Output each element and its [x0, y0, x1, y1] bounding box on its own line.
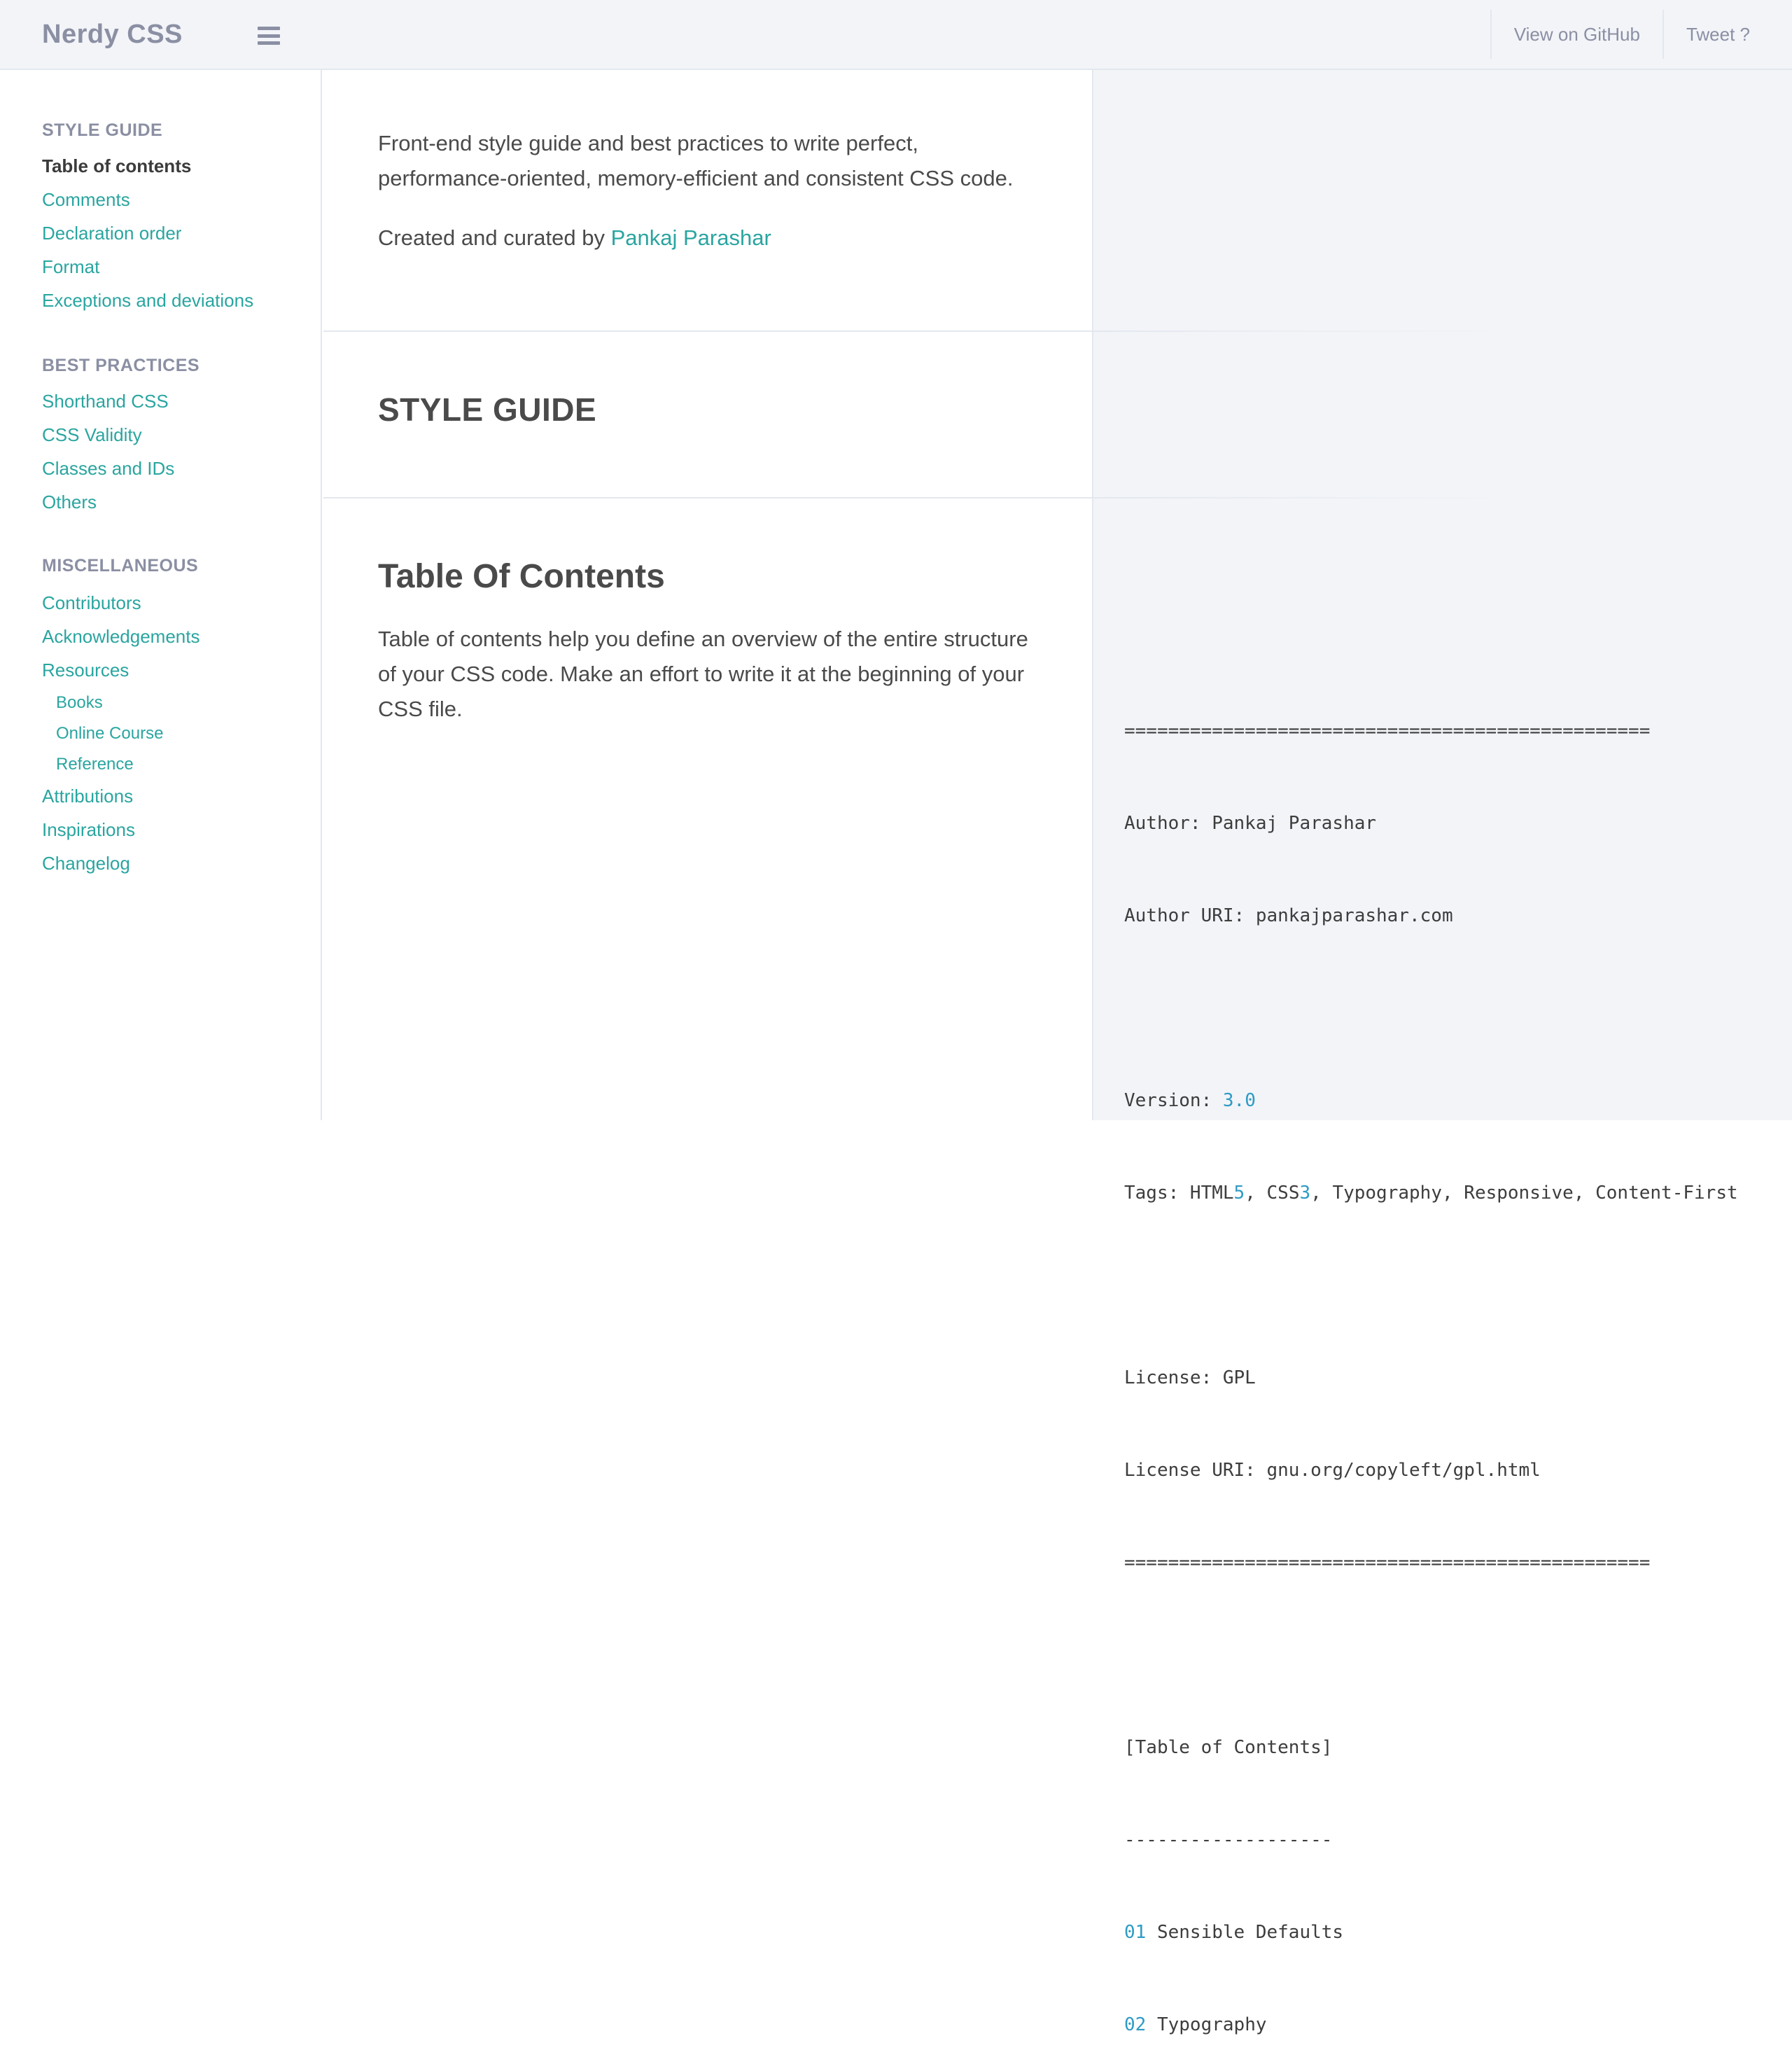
- section-heading-style-guide: STYLE GUIDE: [378, 391, 597, 428]
- nav-item-attributions[interactable]: Attributions: [42, 786, 133, 807]
- nav-item-classes-and-ids[interactable]: Classes and IDs: [42, 458, 174, 480]
- nav-item-format[interactable]: Format: [42, 256, 99, 278]
- code-tags-html5: 5: [1233, 1183, 1245, 1204]
- code-tags-rest: , Typography, Responsive, Content-First: [1310, 1183, 1738, 1204]
- code-toc-num: 01: [1124, 1922, 1147, 1943]
- code-block: ========================================…: [1124, 654, 1738, 2071]
- credit-prefix: Created and curated by: [378, 225, 611, 250]
- nav-item-css-validity[interactable]: CSS Validity: [42, 424, 142, 446]
- code-tags-css3: 3: [1299, 1183, 1311, 1204]
- nav-section-style-guide: STYLE GUIDE: [42, 120, 163, 140]
- toc-description: Table of contents help you define an ove…: [378, 627, 1028, 721]
- code-tags-html: Tags: HTML: [1124, 1183, 1234, 1204]
- toc-title: Table Of Contents: [378, 558, 665, 595]
- nav-item-inspirations[interactable]: Inspirations: [42, 819, 135, 841]
- brand-logo[interactable]: Nerdy CSS: [42, 20, 183, 50]
- code-blank: [1124, 993, 1738, 1024]
- code-tags: Tags: HTML5, CSS3, Typography, Responsiv…: [1124, 1178, 1738, 1208]
- code-version-value: 3.0: [1222, 1090, 1256, 1111]
- nav-item-comments[interactable]: Comments: [42, 189, 130, 211]
- nav-item-acknowledgements[interactable]: Acknowledgements: [42, 626, 200, 648]
- nav-item-books[interactable]: Books: [56, 693, 103, 713]
- code-version: Version: 3.0: [1124, 1085, 1738, 1116]
- tweet-link[interactable]: Tweet ?: [1662, 10, 1792, 59]
- code-blank: [1124, 1270, 1738, 1301]
- nav-item-reference[interactable]: Reference: [56, 755, 134, 774]
- intro-text: Front-end style guide and best practices…: [378, 131, 1014, 190]
- view-on-github-link[interactable]: View on GitHub: [1490, 10, 1662, 59]
- nav-item-table-of-contents[interactable]: Table of contents: [42, 155, 191, 177]
- code-toc-label-text: Typography: [1146, 2014, 1267, 2035]
- code-toc-label-text: Sensible Defaults: [1146, 1922, 1344, 1943]
- nav-section-best-practices: BEST PRACTICES: [42, 356, 200, 375]
- nav-item-exceptions[interactable]: Exceptions and deviations: [42, 290, 253, 312]
- code-author-uri: Author URI: pankajparashar.com: [1124, 905, 1453, 926]
- author-link[interactable]: Pankaj Parashar: [611, 225, 771, 250]
- nav-item-contributors[interactable]: Contributors: [42, 592, 141, 614]
- code-toc-rule: -------------------: [1124, 1829, 1333, 1850]
- code-tags-css: , CSS: [1245, 1183, 1300, 1204]
- header-links: View on GitHub Tweet ?: [1490, 0, 1792, 69]
- sidebar-nav: STYLE GUIDE Table of contents Comments D…: [0, 70, 322, 1120]
- code-license-uri: License URI: gnu.org/copyleft/gpl.html: [1124, 1460, 1541, 1481]
- code-rule: ========================================…: [1124, 720, 1651, 741]
- code-toc-label: [Table of Contents]: [1124, 1737, 1333, 1758]
- nav-item-changelog[interactable]: Changelog: [42, 853, 130, 874]
- section-divider: [323, 497, 1513, 498]
- code-toc-num: 02: [1124, 2014, 1147, 2035]
- nav-item-resources[interactable]: Resources: [42, 660, 129, 681]
- code-toc-item: 02 Typography: [1124, 2009, 1738, 2040]
- code-author: Author: Pankaj Parashar: [1124, 813, 1377, 834]
- nav-item-others[interactable]: Others: [42, 491, 97, 513]
- hamburger-menu-icon[interactable]: [258, 27, 280, 45]
- code-version-label: Version:: [1124, 1090, 1223, 1111]
- top-header: Nerdy CSS View on GitHub Tweet ?: [0, 0, 1792, 70]
- nav-section-miscellaneous: MISCELLANEOUS: [42, 556, 199, 576]
- nav-item-declaration-order[interactable]: Declaration order: [42, 223, 181, 244]
- section-divider: [323, 330, 1513, 332]
- code-license: License: GPL: [1124, 1367, 1256, 1388]
- nav-item-online-course[interactable]: Online Course: [56, 724, 163, 744]
- code-rule: ========================================…: [1124, 1552, 1651, 1573]
- credit-line: Created and curated by Pankaj Parashar: [378, 225, 771, 251]
- nav-item-shorthand-css[interactable]: Shorthand CSS: [42, 391, 169, 412]
- code-toc-item: 01 Sensible Defaults: [1124, 1917, 1738, 1948]
- code-blank: [1124, 1640, 1738, 1671]
